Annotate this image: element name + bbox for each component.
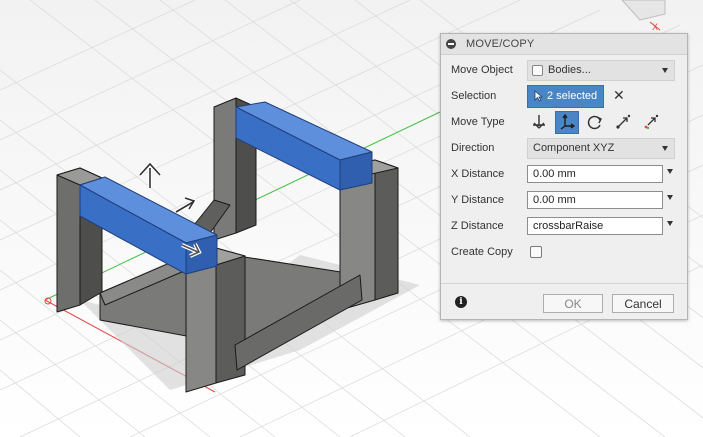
x-distance-label: X Distance xyxy=(451,168,505,180)
y-distance-dropdown-icon[interactable] xyxy=(667,195,673,200)
y-distance-label: Y Distance xyxy=(451,194,504,206)
move-copy-dialog: MOVE/COPY Move Object Bodies... Selectio… xyxy=(440,33,688,320)
direction-label: Direction xyxy=(451,142,495,154)
move-type-options xyxy=(527,110,667,134)
cancel-button[interactable]: Cancel xyxy=(612,294,674,313)
direction-dropdown[interactable]: Component XYZ xyxy=(527,137,675,159)
collapse-icon[interactable] xyxy=(446,39,456,49)
move-object-label: Move Object xyxy=(451,64,513,76)
x-distance-row: X Distance 0.00 mm xyxy=(441,162,687,186)
z-distance-row: Z Distance crossbarRaise xyxy=(441,214,687,238)
z-distance-label: Z Distance xyxy=(451,220,504,232)
chevron-down-icon xyxy=(662,67,668,73)
z-distance-input[interactable]: crossbarRaise xyxy=(527,217,663,235)
create-copy-label: Create Copy xyxy=(451,246,513,258)
move-object-row: Move Object Bodies... xyxy=(441,58,687,82)
move-object-value: Bodies... xyxy=(548,64,591,76)
dialog-footer: i OK Cancel xyxy=(441,283,687,320)
dialog-header: MOVE/COPY xyxy=(441,34,687,55)
move-type-label: Move Type xyxy=(451,116,505,128)
selection-label: Selection xyxy=(451,90,497,102)
move-object-dropdown[interactable]: Bodies... xyxy=(527,59,675,81)
dialog-title: MOVE/COPY xyxy=(466,38,535,50)
x-distance-dropdown-icon[interactable] xyxy=(667,169,673,174)
move-type-row: Move Type xyxy=(441,110,687,134)
y-distance-row: Y Distance 0.00 mm xyxy=(441,188,687,212)
svg-text:X: X xyxy=(652,22,658,32)
translate-icon[interactable] xyxy=(555,110,579,134)
direction-value: Component XYZ xyxy=(533,142,615,154)
create-copy-checkbox[interactable] xyxy=(530,246,542,258)
cursor-arrow-icon xyxy=(534,90,543,102)
selection-button[interactable]: 2 selected xyxy=(527,84,604,108)
free-move-icon[interactable] xyxy=(527,111,551,134)
create-copy-row: Create Copy xyxy=(441,240,687,264)
info-icon[interactable]: i xyxy=(455,296,467,308)
point-to-position-icon[interactable] xyxy=(639,111,663,134)
point-to-point-icon[interactable] xyxy=(611,111,635,134)
direction-row: Direction Component XYZ xyxy=(441,136,687,160)
selection-row: Selection 2 selected ✕ xyxy=(441,84,687,108)
z-distance-dropdown-icon[interactable] xyxy=(667,221,673,226)
clear-selection-icon[interactable]: ✕ xyxy=(613,88,625,102)
body-icon xyxy=(532,64,543,76)
y-distance-input[interactable]: 0.00 mm xyxy=(527,191,663,209)
chevron-down-icon xyxy=(662,145,668,151)
ok-button[interactable]: OK xyxy=(543,294,603,313)
x-distance-input[interactable]: 0.00 mm xyxy=(527,165,663,183)
selection-count: 2 selected xyxy=(547,90,598,102)
rotate-icon[interactable] xyxy=(583,111,607,134)
